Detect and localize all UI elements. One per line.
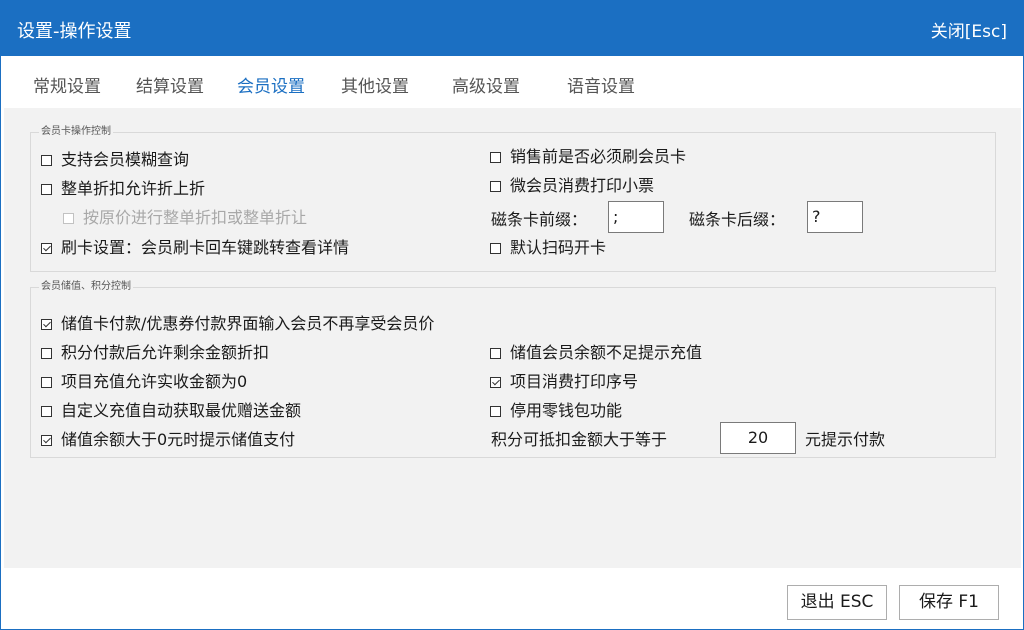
option-label: 按原价进行整单折扣或整单折让 <box>83 208 308 227</box>
tab-bar: 常规设置 结算设置 会员设置 其他设置 高级设置 语音设置 <box>1 56 1023 108</box>
exit-button[interactable]: 退出 ESC <box>787 585 887 620</box>
tab-checkout[interactable]: 结算设置 <box>136 72 204 97</box>
scan-open-card-option[interactable]: 默认扫码开卡 <box>490 238 606 258</box>
checkbox[interactable] <box>490 405 501 417</box>
checkbox[interactable] <box>490 376 501 388</box>
option-label: 自定义充值自动获取最优赠送金额 <box>61 401 302 420</box>
card-control-group: 会员卡操作控制 支持会员模糊查询 整单折扣允许折上折 按原价进行整单折扣或整单折… <box>30 125 996 272</box>
checkbox[interactable] <box>490 242 501 254</box>
checkbox[interactable] <box>41 376 52 388</box>
settings-window: 设置-操作设置 关闭[Esc] 常规设置 结算设置 会员设置 其他设置 高级设置… <box>0 0 1024 630</box>
tab-voice[interactable]: 语音设置 <box>567 72 635 97</box>
no-member-price-option[interactable]: 储值卡付款/优惠券付款界面输入会员不再享受会员价 <box>41 314 434 334</box>
option-label: 停用零钱包功能 <box>510 401 623 420</box>
points-threshold-suffix: 元提示付款 <box>805 430 886 449</box>
disable-wallet-option[interactable]: 停用零钱包功能 <box>490 401 622 421</box>
checkbox[interactable] <box>490 151 501 163</box>
option-label: 项目消费打印序号 <box>510 372 639 391</box>
fuzzy-search-option[interactable]: 支持会员模糊查询 <box>41 150 189 170</box>
points-threshold-input[interactable]: 20 <box>720 422 796 454</box>
option-label: 储值余额大于0元时提示储值支付 <box>61 430 296 449</box>
option-label: 销售前是否必须刷会员卡 <box>510 147 687 166</box>
checkbox[interactable] <box>41 347 52 359</box>
option-label: 项目充值允许实收金额为0 <box>61 372 248 391</box>
checkbox[interactable] <box>490 347 501 359</box>
option-label: 储值会员余额不足提示充值 <box>510 343 703 362</box>
discount-stacking-option[interactable]: 整单折扣允许折上折 <box>41 179 205 199</box>
stored-value-group: 会员储值、积分控制 储值卡付款/优惠券付款界面输入会员不再享受会员价 积分付款后… <box>30 280 996 458</box>
group-legend: 会员卡操作控制 <box>39 125 113 139</box>
option-label: 支持会员模糊查询 <box>61 150 190 169</box>
points-remainder-discount-option[interactable]: 积分付款后允许剩余金额折扣 <box>41 343 269 363</box>
save-button[interactable]: 保存 F1 <box>899 585 999 620</box>
low-balance-prompt-option[interactable]: 储值会员余额不足提示充值 <box>490 343 702 363</box>
group-legend: 会员储值、积分控制 <box>39 280 133 294</box>
points-threshold-label: 积分可抵扣金额大于等于 <box>491 430 668 449</box>
best-bonus-option[interactable]: 自定义充值自动获取最优赠送金额 <box>41 401 301 421</box>
zero-recharge-option[interactable]: 项目充值允许实收金额为0 <box>41 372 247 392</box>
title-bar: 设置-操作设置 关闭[Esc] <box>1 1 1023 56</box>
checkbox[interactable] <box>41 434 52 446</box>
settings-panel: 会员卡操作控制 支持会员模糊查询 整单折扣允许折上折 按原价进行整单折扣或整单折… <box>4 108 1021 568</box>
checkbox <box>63 212 74 224</box>
option-label: 默认扫码开卡 <box>510 238 607 257</box>
footer-bar: 退出 ESC 保存 F1 <box>1 568 1023 629</box>
checkbox[interactable] <box>41 405 52 417</box>
tab-member[interactable]: 会员设置 <box>237 72 305 97</box>
tab-general[interactable]: 常规设置 <box>33 72 101 97</box>
option-label: 储值卡付款/优惠券付款界面输入会员不再享受会员价 <box>61 314 435 333</box>
print-sequence-option[interactable]: 项目消费打印序号 <box>490 372 638 392</box>
checkbox[interactable] <box>41 242 52 254</box>
tab-advanced[interactable]: 高级设置 <box>452 72 520 97</box>
checkbox[interactable] <box>41 318 52 330</box>
tab-other[interactable]: 其他设置 <box>341 72 409 97</box>
card-swipe-enter-option[interactable]: 刷卡设置：会员刷卡回车键跳转查看详情 <box>41 238 349 258</box>
checkbox[interactable] <box>41 183 52 195</box>
option-label: 整单折扣允许折上折 <box>61 179 206 198</box>
window-title: 设置-操作设置 <box>17 21 132 42</box>
close-button[interactable]: 关闭[Esc] <box>931 17 1007 42</box>
prefix-input[interactable]: ; <box>608 201 664 233</box>
checkbox[interactable] <box>41 154 52 166</box>
checkbox[interactable] <box>490 180 501 192</box>
prompt-stored-payment-option[interactable]: 储值余额大于0元时提示储值支付 <box>41 430 295 450</box>
require-card-before-sale-option[interactable]: 销售前是否必须刷会员卡 <box>490 147 686 167</box>
original-price-discount-option: 按原价进行整单折扣或整单折让 <box>63 208 307 228</box>
suffix-input[interactable]: ? <box>807 201 863 233</box>
option-label: 刷卡设置：会员刷卡回车键跳转查看详情 <box>61 238 350 257</box>
suffix-label: 磁条卡后缀： <box>689 210 786 229</box>
option-label: 积分付款后允许剩余金额折扣 <box>61 343 270 362</box>
prefix-label: 磁条卡前缀： <box>491 210 588 229</box>
option-label: 微会员消费打印小票 <box>510 176 655 195</box>
micro-member-receipt-option[interactable]: 微会员消费打印小票 <box>490 176 654 196</box>
